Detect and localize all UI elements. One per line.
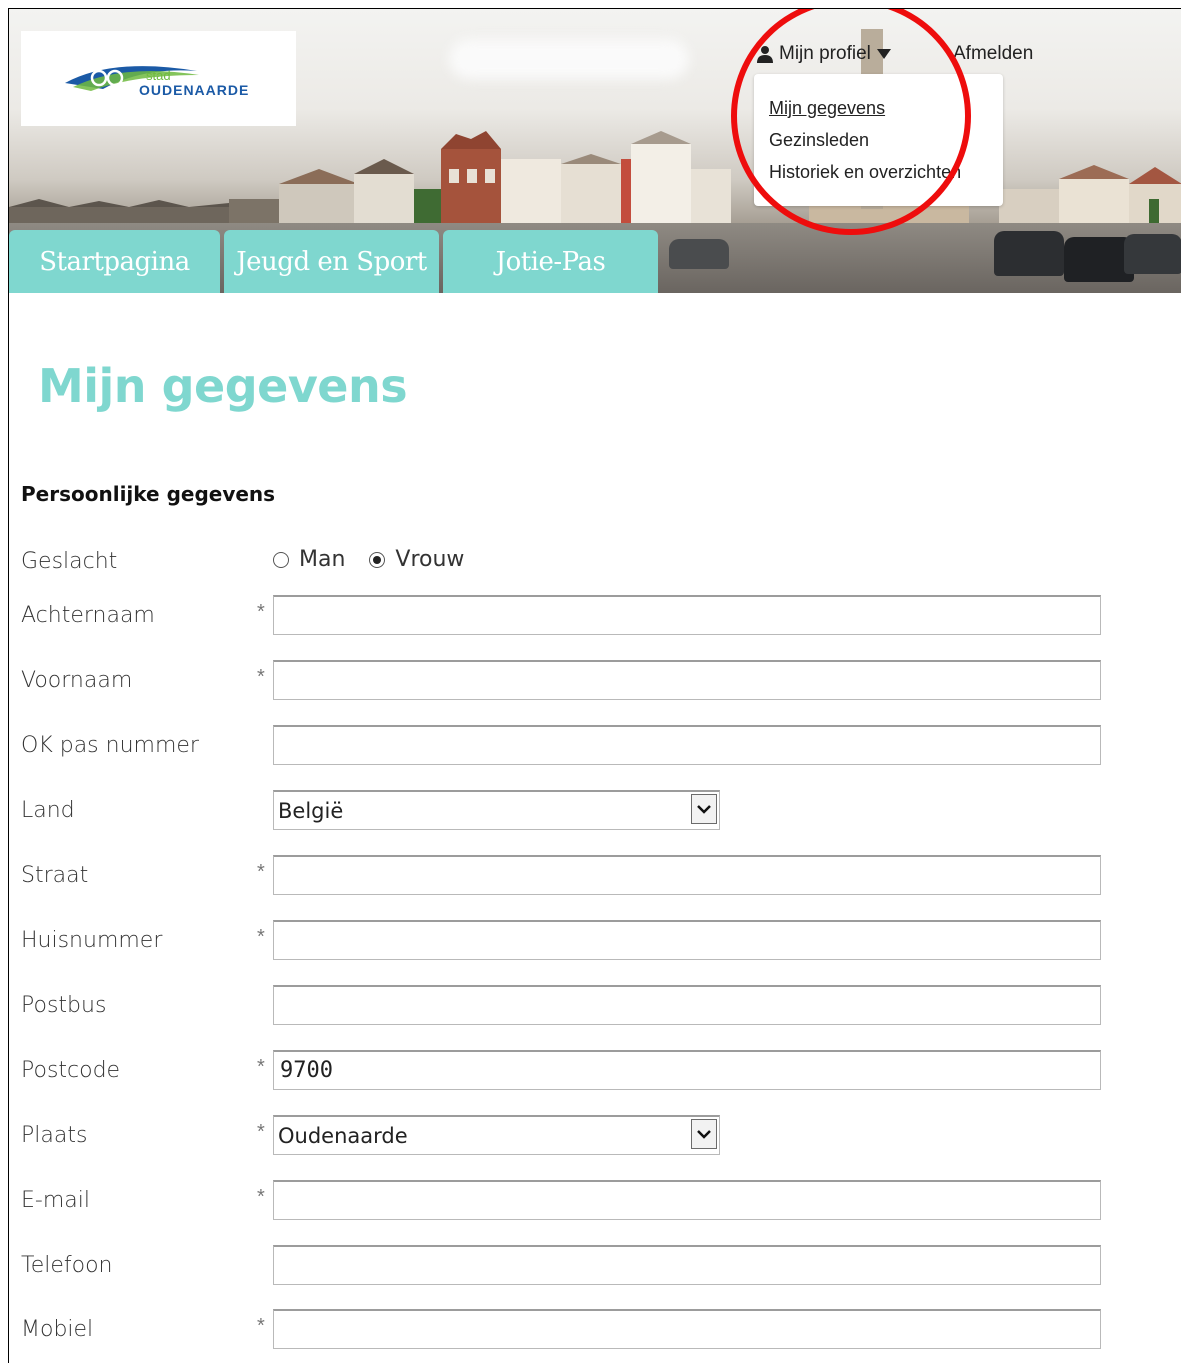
radio-vrouw-label: Vrouw	[395, 547, 465, 572]
huisnummer-input[interactable]	[273, 920, 1101, 960]
straat-label: Straat	[21, 863, 89, 888]
land-label: Land	[21, 798, 75, 823]
postcode-input[interactable]	[273, 1050, 1101, 1090]
header-banner: stad OUDENAARDE Mijn profiel Afmelden Mi…	[9, 9, 1181, 293]
required-marker: *	[257, 1186, 265, 1208]
required-marker: *	[257, 1056, 265, 1078]
huisnummer-label: Huisnummer	[21, 928, 163, 953]
required-marker: *	[257, 1315, 265, 1337]
radio-man[interactable]	[273, 551, 289, 568]
land-select[interactable]: België	[273, 790, 720, 830]
plaats-label: Plaats	[21, 1123, 88, 1148]
page-frame: stad OUDENAARDE Mijn profiel Afmelden Mi…	[8, 8, 1181, 1363]
required-marker: *	[257, 861, 265, 883]
huisnummer-row: Huisnummer *	[9, 920, 1181, 964]
plaats-select[interactable]: Oudenaarde	[273, 1115, 720, 1155]
voornaam-input[interactable]	[273, 660, 1101, 700]
ok-pas-row: OK pas nummer	[9, 725, 1181, 769]
straat-row: Straat *	[9, 855, 1181, 899]
required-marker: *	[257, 926, 265, 948]
logo-city-name: OUDENAARDE	[139, 82, 250, 98]
logout-link[interactable]: Afmelden	[953, 43, 1033, 65]
radio-vrouw[interactable]	[369, 551, 386, 568]
ok-pas-label: OK pas nummer	[21, 733, 199, 758]
gender-label: Geslacht	[21, 549, 118, 574]
logo-stad-text: stad	[146, 68, 171, 83]
chevron-down-icon[interactable]	[691, 1119, 717, 1149]
section-title: Persoonlijke gegevens	[21, 482, 276, 506]
achternaam-label: Achternaam	[21, 603, 155, 628]
radio-man-label: Man	[299, 547, 346, 572]
gender-radio-group: Man Vrouw	[273, 547, 480, 572]
gender-option-vrouw[interactable]: Vrouw	[369, 547, 464, 572]
email-label: E-mail	[21, 1188, 90, 1213]
ok-pas-input[interactable]	[273, 725, 1101, 765]
achternaam-row: Achternaam *	[9, 595, 1181, 639]
postcode-row: Postcode *	[9, 1050, 1181, 1094]
tab-jeugd-en-sport[interactable]: Jeugd en Sport	[224, 230, 439, 293]
parked-car	[669, 239, 729, 269]
tab-jotie-pas[interactable]: Jotie-Pas	[443, 230, 658, 293]
voornaam-row: Voornaam *	[9, 660, 1181, 704]
achternaam-input[interactable]	[273, 595, 1101, 635]
gender-option-man[interactable]: Man	[273, 547, 345, 572]
land-select-value: België	[278, 799, 344, 823]
gender-row: Geslacht Man Vrouw	[9, 541, 1181, 585]
required-marker: *	[257, 1121, 265, 1143]
mobiel-label: Mobiel	[21, 1317, 94, 1342]
parked-car	[994, 231, 1064, 276]
mobiel-input[interactable]	[273, 1309, 1101, 1349]
land-row: Land België	[9, 790, 1181, 834]
straat-input[interactable]	[273, 855, 1101, 895]
telefoon-row: Telefoon	[9, 1245, 1181, 1289]
voornaam-label: Voornaam	[21, 668, 133, 693]
parked-car	[1124, 234, 1181, 274]
postbus-input[interactable]	[273, 985, 1101, 1025]
plaats-select-value: Oudenaarde	[278, 1124, 408, 1148]
telefoon-label: Telefoon	[21, 1253, 113, 1278]
required-marker: *	[257, 601, 265, 623]
email-input[interactable]	[273, 1180, 1101, 1220]
telefoon-input[interactable]	[273, 1245, 1101, 1285]
tab-startpagina[interactable]: Startpagina	[9, 230, 220, 293]
mobiel-row: Mobiel *	[9, 1309, 1181, 1353]
stad-oudenaarde-logo[interactable]: stad OUDENAARDE	[21, 31, 296, 126]
chevron-down-icon[interactable]	[691, 794, 717, 824]
required-marker: *	[257, 666, 265, 688]
postcode-label: Postcode	[21, 1058, 121, 1083]
plaats-row: Plaats * Oudenaarde	[9, 1115, 1181, 1159]
email-row: E-mail *	[9, 1180, 1181, 1224]
postbus-label: Postbus	[21, 993, 107, 1018]
page-title: Mijn gegevens	[38, 359, 408, 413]
postbus-row: Postbus	[9, 985, 1181, 1029]
